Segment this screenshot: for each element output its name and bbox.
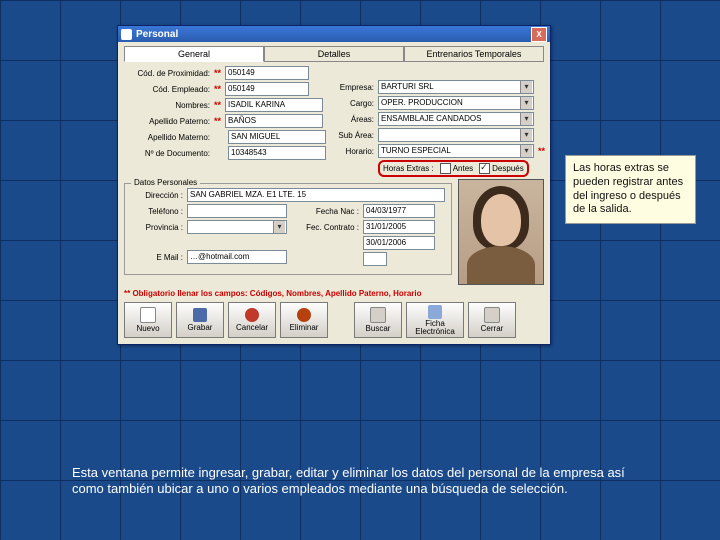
fld-fecha-contrato[interactable]: 31/01/2005 [363,220,435,234]
lbl-nombres: Nombres: [124,101,210,110]
sel-horario[interactable]: TURNO ESPECIAL [378,144,534,158]
fld-doc[interactable]: 10348543 [228,146,326,160]
fld-cod-emp[interactable]: 050149 [225,82,309,96]
lbl-cod-prox: Cód. de Proximidad: [124,69,210,78]
req-mark: ** [214,116,221,126]
lbl-fecha-nac: Fecha Nac : [295,207,359,216]
lbl-telefono: Teléfono : [131,207,183,216]
btn-cerrar[interactable]: Cerrar [468,302,516,338]
app-icon [121,29,132,40]
req-mark: ** [538,146,545,156]
tab-entrenarios[interactable]: Entrenarios Temporales [404,46,544,62]
required-note: ** Obligatorio llenar los campos: Código… [124,289,544,298]
btn-nuevo[interactable]: Nuevo [124,302,172,338]
fld-fecha-cese[interactable]: 30/01/2006 [363,236,435,250]
lbl-ape-mat: Apellido Materno: [124,133,210,142]
btn-eliminar[interactable]: Eliminar [280,302,328,338]
req-mark: ** [214,84,221,94]
sel-subarea[interactable] [378,128,534,142]
fld-email[interactable]: …@hotmail.com [187,250,287,264]
btn-cancelar[interactable]: Cancelar [228,302,276,338]
fld-telefono[interactable] [187,204,287,218]
delete-icon [297,308,311,322]
card-icon [428,305,442,319]
lbl-direccion: Dirección : [131,191,183,200]
lbl-horas-extras: Horas Extras : [383,164,434,173]
new-icon [140,307,156,323]
lbl-cod-emp: Cód. Empleado: [124,85,210,94]
tab-strip: General Detalles Entrenarios Temporales [124,46,544,62]
fld-ape-mat[interactable]: SAN MIGUEL [228,130,326,144]
lbl-fecha-contrato: Fec. Contrato : [295,223,359,232]
personal-window: Personal X General Detalles Entrenarios … [117,25,551,345]
fld-fecha-nac[interactable]: 04/03/1977 [363,204,435,218]
chk-antes[interactable]: Antes [440,163,473,174]
fld-ape-pat[interactable]: BAÑOS [225,114,323,128]
employee-photo [458,179,544,285]
lbl-email: E Mail : [131,253,183,262]
lbl-ape-pat: Apellido Paterno: [124,117,210,126]
lbl-areas: Áreas: [332,115,374,124]
sel-provincia[interactable] [187,220,287,234]
tab-general[interactable]: General [124,46,264,62]
window-title: Personal [136,29,178,40]
group-title: Datos Personales [131,178,200,187]
sel-empresa[interactable]: BARTURI SRL [378,80,534,94]
lbl-horario: Horario: [332,147,374,156]
lbl-subarea: Sub Área: [332,131,374,140]
search-icon [370,307,386,323]
lbl-doc: Nº de Documento: [124,149,210,158]
lbl-provincia: Provincia : [131,223,183,232]
chk-despues[interactable]: Después [479,163,524,174]
sel-areas[interactable]: ENSAMBLAJE CANDADOS [378,112,534,126]
fld-direccion[interactable]: SAN GABRIEL MZA. E1 LTE. 15 [187,188,445,202]
lbl-cargo: Cargo: [332,99,374,108]
callout-note: Las horas extras se pueden registrar ant… [565,155,696,224]
close-icon[interactable]: X [531,27,547,42]
save-icon [193,308,207,322]
cancel-icon [245,308,259,322]
lbl-empresa: Empresa: [332,83,374,92]
fld-nombres[interactable]: ISADIL KARINA [225,98,323,112]
req-mark: ** [214,68,221,78]
req-mark: ** [214,100,221,110]
group-datos-personales: Datos Personales Dirección :SAN GABRIEL … [124,183,452,275]
tab-detalles[interactable]: Detalles [264,46,404,62]
horas-extras-group: Horas Extras : Antes Después [378,160,529,177]
toolbar: Nuevo Grabar Cancelar Eliminar Buscar Fi… [124,302,544,338]
btn-ficha[interactable]: Ficha Electrónica [406,302,464,338]
sel-cargo[interactable]: OPER. PRODUCCION [378,96,534,110]
close-door-icon [484,307,500,323]
fld-cod-prox[interactable]: 050149 [225,66,309,80]
fld-extra[interactable] [363,252,387,266]
btn-buscar[interactable]: Buscar [354,302,402,338]
slide-caption: Esta ventana permite ingresar, grabar, e… [72,465,637,498]
titlebar[interactable]: Personal X [118,26,550,42]
btn-grabar[interactable]: Grabar [176,302,224,338]
